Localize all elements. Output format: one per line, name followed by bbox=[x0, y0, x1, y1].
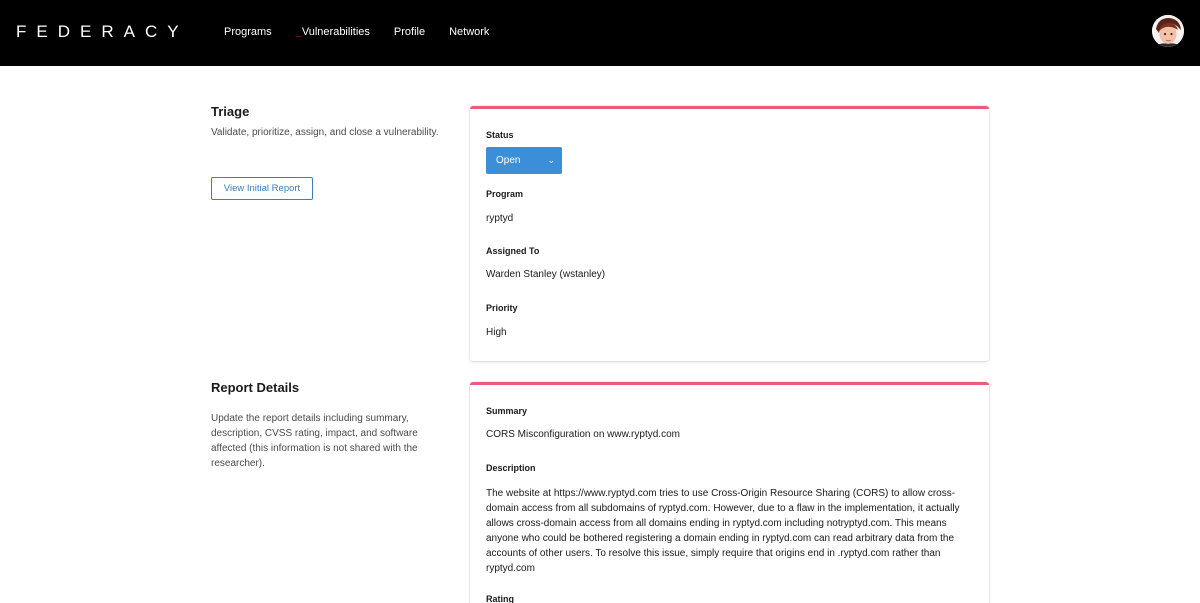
triage-intro: Triage Validate, prioritize, assign, and… bbox=[211, 104, 443, 140]
assigned-to-label: Assigned To bbox=[486, 246, 540, 256]
report-details-description: Update the report details including summ… bbox=[211, 413, 418, 469]
report-details-intro: Report Details Update the report details… bbox=[211, 380, 443, 471]
chevron-down-icon: ⌄ bbox=[547, 155, 555, 165]
nav-network[interactable]: Network bbox=[449, 26, 489, 38]
nav-network-label: Network bbox=[449, 26, 490, 38]
triage-description: Validate, prioritize, assign, and close … bbox=[211, 127, 439, 138]
main-nav: Programs _Vulnerabilities Profile Networ… bbox=[224, 26, 513, 38]
description-label: Description bbox=[486, 463, 536, 473]
federacy-logo[interactable]: FEDERACY bbox=[16, 22, 189, 42]
status-value: Open bbox=[496, 155, 521, 166]
user-avatar-icon[interactable] bbox=[1152, 15, 1184, 47]
top-navigation-bar: FEDERACY Programs _Vulnerabilities Profi… bbox=[0, 0, 1200, 66]
status-select[interactable]: Open ⌄ bbox=[486, 147, 562, 174]
view-initial-report-button[interactable]: View Initial Report bbox=[211, 177, 313, 200]
status-label: Status bbox=[486, 130, 514, 140]
triage-title: Triage bbox=[211, 104, 250, 119]
assigned-to-value[interactable]: Warden Stanley (wstanley) bbox=[486, 269, 605, 280]
program-label: Program bbox=[486, 189, 524, 199]
description-value[interactable]: The website at https://www.ryptyd.com tr… bbox=[486, 486, 976, 576]
nav-profile[interactable]: Profile bbox=[394, 26, 425, 38]
priority-label: Priority bbox=[486, 303, 518, 313]
summary-label: Summary bbox=[486, 406, 528, 416]
nav-profile-label: Profile bbox=[393, 26, 426, 38]
priority-value[interactable]: High bbox=[486, 327, 507, 338]
summary-value[interactable]: CORS Misconfiguration on www.ryptyd.com bbox=[486, 429, 680, 440]
report-details-card: Summary CORS Misconfiguration on www.ryp… bbox=[470, 382, 989, 603]
nav-vulnerabilities-label: Vulnerabilities bbox=[301, 26, 370, 38]
nav-vulnerabilities[interactable]: _Vulnerabilities bbox=[296, 26, 370, 38]
report-details-title: Report Details bbox=[211, 380, 300, 395]
triage-card: Status Open ⌄ Program ryptyd Assigned To… bbox=[470, 106, 989, 361]
nav-programs[interactable]: Programs bbox=[224, 26, 272, 38]
rating-label: Rating bbox=[486, 594, 514, 603]
program-value[interactable]: ryptyd bbox=[486, 213, 513, 224]
nav-programs-label: Programs bbox=[224, 26, 272, 38]
